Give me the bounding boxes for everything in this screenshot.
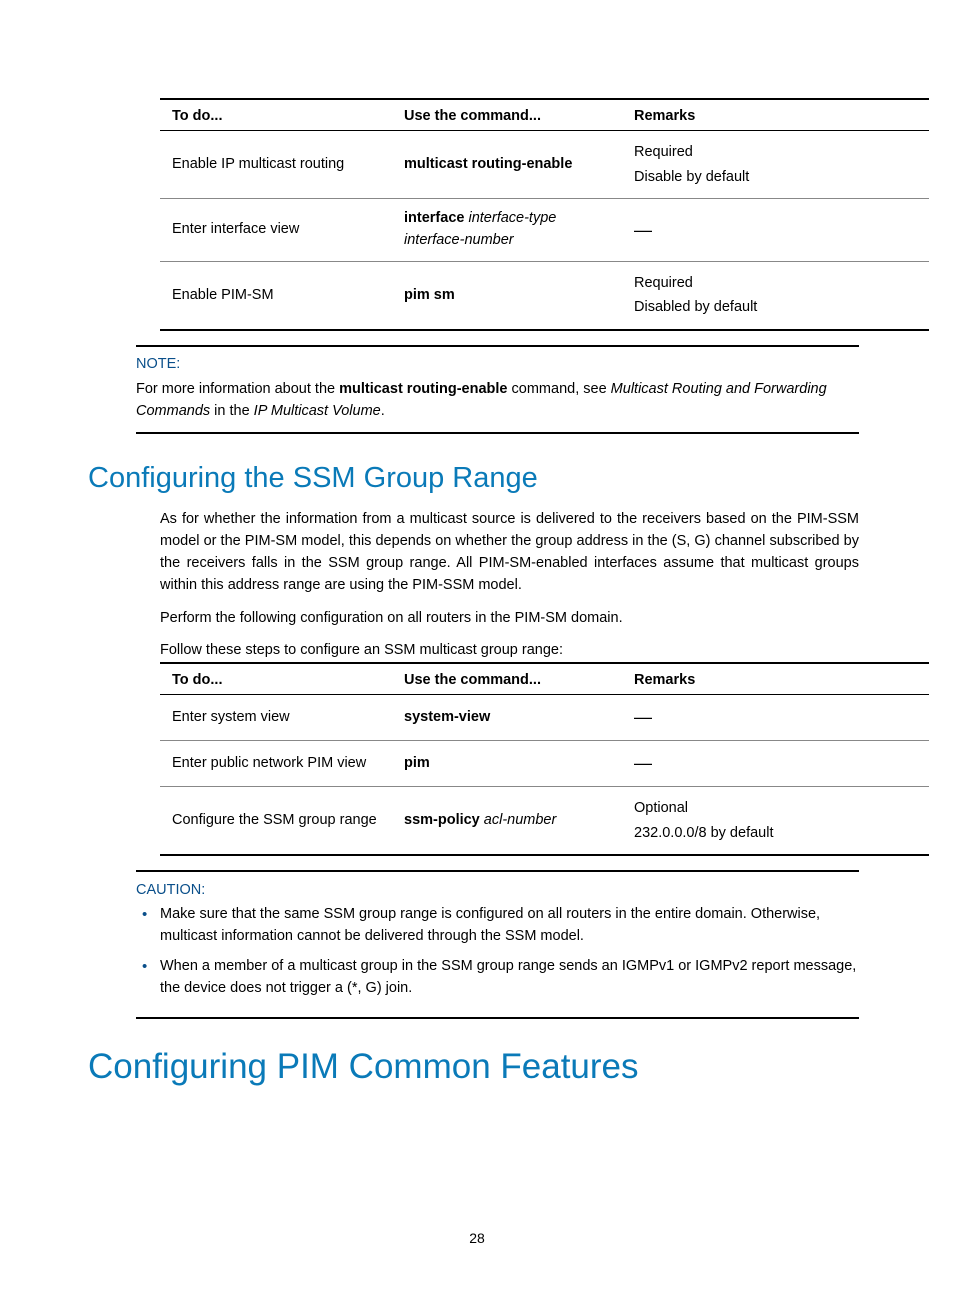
cell-todo: Enter interface view bbox=[160, 199, 392, 262]
page-number: 28 bbox=[0, 1230, 954, 1246]
table-row: Enable IP multicast routing multicast ro… bbox=[160, 131, 929, 199]
caution-box: CAUTION: Make sure that the same SSM gro… bbox=[136, 870, 859, 1019]
paragraph: Follow these steps to configure an SSM m… bbox=[160, 642, 859, 658]
cell-remarks: Required Disable by default bbox=[622, 131, 929, 199]
cell-todo: Enable IP multicast routing bbox=[160, 131, 392, 199]
note-box: NOTE: For more information about the mul… bbox=[136, 345, 859, 434]
table: To do... Use the command... Remarks Enab… bbox=[160, 100, 929, 329]
heading-ssm-group-range: Configuring the SSM Group Range bbox=[88, 462, 859, 495]
table-row: Enter public network PIM view pim — bbox=[160, 741, 929, 787]
table-row: Configure the SSM group range ssm-policy… bbox=[160, 787, 929, 855]
caution-label: CAUTION: bbox=[136, 882, 859, 898]
cell-remarks: Optional 232.0.0.0/8 by default bbox=[622, 787, 929, 855]
table-ssm-range: To do... Use the command... Remarks Ente… bbox=[160, 662, 929, 856]
col-remarks: Remarks bbox=[622, 100, 929, 131]
table-row: Enter system view system-view — bbox=[160, 695, 929, 741]
cell-cmd: interface interface-type interface-numbe… bbox=[392, 199, 622, 262]
col-cmd: Use the command... bbox=[392, 100, 622, 131]
paragraph: Perform the following configuration on a… bbox=[160, 608, 859, 630]
heading-pim-common-features: Configuring PIM Common Features bbox=[88, 1047, 859, 1087]
col-remarks: Remarks bbox=[622, 664, 929, 695]
table-row: Enter interface view interface interface… bbox=[160, 199, 929, 262]
cell-cmd: ssm-policy acl-number bbox=[392, 787, 622, 855]
note-label: NOTE: bbox=[136, 354, 859, 376]
cell-cmd: system-view bbox=[392, 695, 622, 741]
table-enable-pim: To do... Use the command... Remarks Enab… bbox=[160, 98, 929, 331]
cell-todo: Enter public network PIM view bbox=[160, 741, 392, 787]
paragraph: As for whether the information from a mu… bbox=[160, 509, 859, 596]
table-row: Enable PIM-SM pim sm Required Disabled b… bbox=[160, 261, 929, 329]
cell-todo: Configure the SSM group range bbox=[160, 787, 392, 855]
note-text: For more information about the multicast… bbox=[136, 379, 859, 423]
col-todo: To do... bbox=[160, 664, 392, 695]
list-item: When a member of a multicast group in th… bbox=[136, 956, 859, 1000]
cell-todo: Enter system view bbox=[160, 695, 392, 741]
cell-remarks: Required Disabled by default bbox=[622, 261, 929, 329]
table: To do... Use the command... Remarks Ente… bbox=[160, 664, 929, 854]
col-todo: To do... bbox=[160, 100, 392, 131]
cell-cmd: pim bbox=[392, 741, 622, 787]
cell-cmd: pim sm bbox=[392, 261, 622, 329]
cell-remarks: — bbox=[622, 695, 929, 741]
cell-remarks: — bbox=[622, 741, 929, 787]
cell-cmd: multicast routing-enable bbox=[392, 131, 622, 199]
cell-remarks: — bbox=[622, 199, 929, 262]
caution-list: Make sure that the same SSM group range … bbox=[136, 904, 859, 999]
cell-todo: Enable PIM-SM bbox=[160, 261, 392, 329]
col-cmd: Use the command... bbox=[392, 664, 622, 695]
list-item: Make sure that the same SSM group range … bbox=[136, 904, 859, 948]
